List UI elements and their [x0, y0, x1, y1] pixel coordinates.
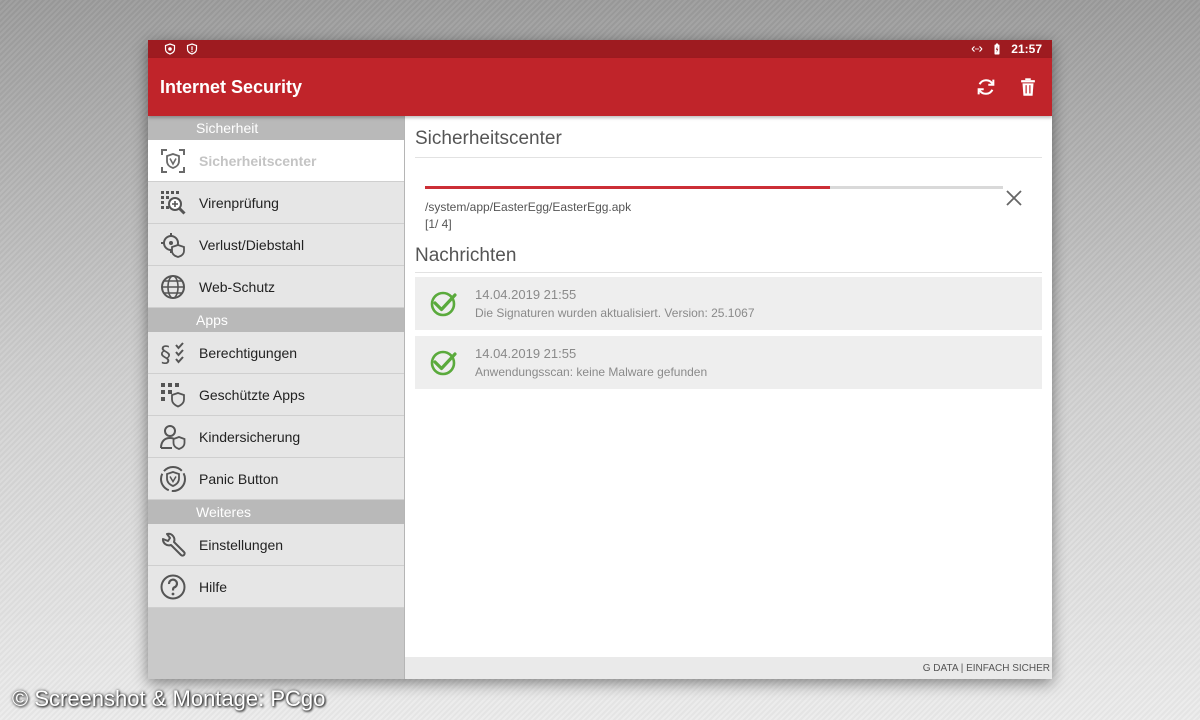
- clock: 21:57: [1011, 42, 1042, 56]
- scan-progress-panel: /system/app/EasterEgg/EasterEgg.apk [1/ …: [415, 158, 1042, 231]
- sidebar-item-label: Einstellungen: [199, 536, 284, 553]
- location-shield-icon: [158, 230, 188, 260]
- sidebar-item-panic-button[interactable]: Panic Button: [148, 458, 404, 500]
- image-credit: © Screenshot & Montage: PCgo: [12, 686, 326, 711]
- section-header-apps: Apps: [148, 308, 404, 332]
- wrench-icon: [158, 530, 188, 560]
- sidebar-item-berechtigungen[interactable]: § Berechtigungen: [148, 332, 404, 374]
- sidebar-item-geschuetzte-apps[interactable]: Geschützte Apps: [148, 374, 404, 416]
- brand-footer: G DATA | EINFACH SICHER: [405, 657, 1052, 679]
- message-timestamp: 14.04.2019 21:55: [475, 287, 577, 302]
- trash-icon: [1021, 78, 1035, 96]
- data-transfer-icon: [971, 43, 983, 55]
- scan-file-path: /system/app/EasterEgg/EasterEgg.apk: [425, 200, 632, 214]
- message-timestamp: 14.04.2019 21:55: [475, 346, 577, 361]
- security-center-icon: [158, 146, 188, 176]
- page-title: Sicherheitscenter: [415, 116, 1042, 158]
- virus-scan-icon: [158, 188, 188, 218]
- sidebar-item-label: Berechtigungen: [199, 344, 298, 361]
- sidebar-item-sicherheitscenter[interactable]: Sicherheitscenter: [148, 140, 404, 182]
- sidebar-item-label: Sicherheitscenter: [199, 152, 317, 169]
- parental-control-icon: [158, 422, 188, 452]
- check-circle-icon: [429, 349, 457, 377]
- sidebar-item-label: Verlust/Diebstahl: [199, 236, 305, 253]
- sidebar-item-einstellungen[interactable]: Einstellungen: [148, 524, 404, 566]
- scan-progress-fill: [425, 186, 830, 189]
- section-header-weiteres: Weiteres: [148, 500, 404, 524]
- sidebar-item-label: Geschützte Apps: [199, 386, 305, 403]
- refresh-icon: [977, 79, 995, 95]
- svg-text:§: §: [160, 343, 171, 367]
- main-content: Sicherheitscenter /system/app/EasterEgg/…: [405, 116, 1052, 679]
- check-circle-icon: [429, 290, 457, 318]
- protected-apps-icon: [158, 380, 188, 410]
- sidebar-item-virenpruefung[interactable]: Virenprüfung: [148, 182, 404, 224]
- sidebar-item-hilfe[interactable]: Hilfe: [148, 566, 404, 608]
- help-icon: [158, 572, 188, 602]
- battery-charging-icon: [991, 43, 1003, 55]
- globe-icon: [158, 272, 188, 302]
- panic-button-icon: [158, 464, 188, 494]
- message-item[interactable]: 14.04.2019 21:55 Anwendungsscan: keine M…: [415, 336, 1042, 389]
- navigation-drawer: Sicherheit Sicherheitscenter Virenprüfun…: [148, 116, 405, 679]
- cancel-scan-button[interactable]: [1004, 188, 1024, 208]
- delete-button[interactable]: [1016, 75, 1040, 99]
- sidebar-item-kindersicherung[interactable]: Kindersicherung: [148, 416, 404, 458]
- shield-alert-icon: [186, 43, 198, 55]
- sidebar-item-web-schutz[interactable]: Web-Schutz: [148, 266, 404, 308]
- sidebar-item-label: Web-Schutz: [199, 278, 275, 295]
- tablet-screen: 21:57 Internet Security Sicherheit Siche…: [148, 40, 1052, 679]
- sidebar-item-label: Hilfe: [199, 578, 228, 595]
- scan-counter: [1/ 4]: [425, 217, 452, 231]
- sidebar-item-label: Virenprüfung: [199, 194, 279, 211]
- close-icon: [1006, 190, 1022, 206]
- message-text: Anwendungsscan: keine Malware gefunden: [475, 365, 708, 379]
- sidebar-item-verlust-diebstahl[interactable]: Verlust/Diebstahl: [148, 224, 404, 266]
- app-bar: Internet Security: [148, 58, 1052, 116]
- scan-progress-bar: [425, 186, 1003, 189]
- sidebar-item-label: Kindersicherung: [199, 428, 301, 445]
- shield-badge-icon: [164, 43, 176, 55]
- message-text: Die Signaturen wurden aktualisiert. Vers…: [475, 306, 755, 320]
- app-title: Internet Security: [160, 76, 303, 97]
- permissions-icon: §: [158, 338, 188, 368]
- section-header-sicherheit: Sicherheit: [148, 116, 404, 140]
- sidebar-item-label: Panic Button: [199, 470, 279, 487]
- status-bar: 21:57: [148, 40, 1052, 58]
- message-item[interactable]: 14.04.2019 21:55 Die Signaturen wurden a…: [415, 277, 1042, 330]
- refresh-button[interactable]: [974, 75, 998, 99]
- news-section-title: Nachrichten: [415, 231, 1042, 273]
